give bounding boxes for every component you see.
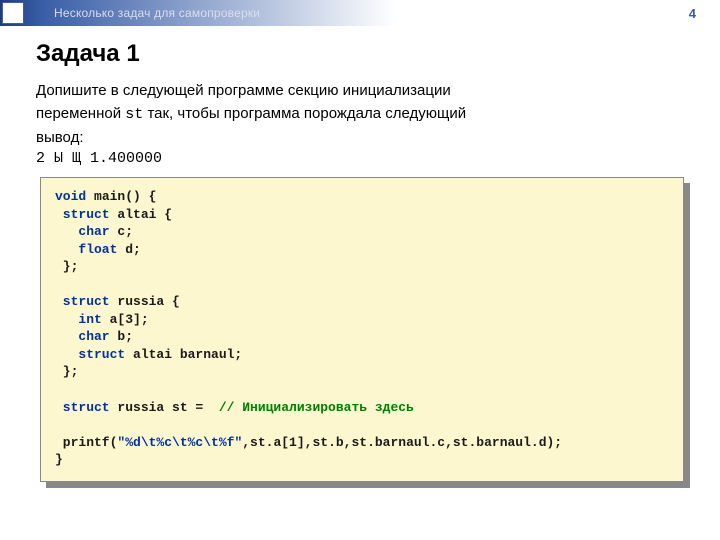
- body-line-3: вывод:: [36, 127, 684, 148]
- header-logo-square: [2, 2, 24, 24]
- page-number: 4: [689, 6, 696, 21]
- task-heading: Задача 1: [36, 40, 684, 68]
- body-line-2a: переменной: [36, 105, 125, 122]
- kw-struct-3: struct: [55, 347, 125, 362]
- code-block-wrap: void main() { struct altai { char c; flo…: [40, 177, 684, 482]
- code-l07b: a[3];: [102, 312, 149, 327]
- code-l09b: altai barnaul;: [125, 347, 242, 362]
- code-l10: };: [55, 364, 78, 379]
- code-l05: };: [55, 259, 78, 274]
- code-format-string: "%d\t%c\t%c\t%f": [117, 435, 242, 450]
- code-l12c: ,st.a[1],st.b,st.barnaul.c,st.barnaul.d)…: [242, 435, 562, 450]
- kw-char-1: char: [55, 224, 110, 239]
- body-line-1: Допишите в следующей программе секцию ин…: [36, 80, 684, 101]
- header-left: Несколько задач для самопроверки: [0, 0, 260, 26]
- kw-struct-2: struct: [55, 294, 110, 309]
- code-l11b: russia st =: [110, 400, 219, 415]
- kw-struct-1: struct: [55, 207, 110, 222]
- code-l12a: printf(: [55, 435, 117, 450]
- code-l02b: altai {: [110, 207, 172, 222]
- kw-struct-4: struct: [55, 400, 110, 415]
- body-line-2b: так, чтобы программа порождала следующий: [143, 105, 466, 122]
- slide-content: Задача 1 Допишите в следующей программе …: [0, 26, 720, 482]
- code-l08b: b;: [110, 329, 133, 344]
- breadcrumb: Несколько задач для самопроверки: [54, 6, 260, 20]
- kw-float: float: [55, 242, 117, 257]
- code-l06b: russia {: [110, 294, 180, 309]
- kw-int: int: [55, 312, 102, 327]
- kw-void: void: [55, 189, 86, 204]
- kw-char-2: char: [55, 329, 110, 344]
- code-l04b: d;: [117, 242, 140, 257]
- body-line-2: переменной st так, чтобы программа порож…: [36, 103, 684, 125]
- slide-header: Несколько задач для самопроверки 4: [0, 0, 720, 26]
- code-block: void main() { struct altai { char c; flo…: [40, 177, 684, 482]
- body-var-st: st: [125, 106, 143, 123]
- expected-output: 2 Ы Щ 1.400000: [36, 150, 684, 167]
- code-l13: }: [55, 452, 63, 467]
- code-l03b: c;: [110, 224, 133, 239]
- code-l01b: main() {: [86, 189, 156, 204]
- code-comment: // Инициализировать здесь: [219, 400, 414, 415]
